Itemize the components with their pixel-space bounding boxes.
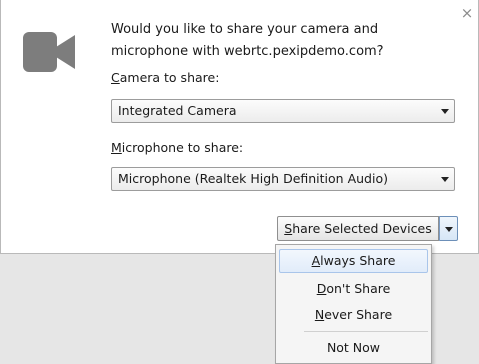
menu-item-label: on't Share [326, 281, 391, 296]
menu-item-not-now[interactable]: Not Now [279, 336, 428, 360]
camera-label-accel: C [111, 70, 120, 85]
close-icon[interactable]: × [460, 6, 474, 21]
chevron-down-icon [441, 177, 449, 182]
menu-separator [304, 331, 428, 332]
menu-item-label: Not Now [326, 340, 381, 355]
menu-item-label: lways Share [320, 253, 396, 268]
microphone-label-accel: M [111, 140, 122, 155]
menu-item-always-share[interactable]: Always Share [279, 249, 428, 273]
menu-item-never-share[interactable]: Never Share [279, 303, 428, 327]
camera-select-value: Integrated Camera [118, 103, 237, 118]
microphone-select-value: Microphone (Realtek High Definition Audi… [118, 171, 388, 186]
share-options-dropdown-button[interactable] [439, 216, 458, 241]
menu-item-dont-share[interactable]: Don't Share [279, 277, 428, 301]
microphone-label-text: icrophone to share: [121, 140, 244, 155]
permission-message: Would you like to share your camera and … [111, 22, 384, 59]
share-button-accel: S [284, 221, 293, 236]
menu-item-accel: D [316, 281, 327, 296]
menu-item-accel: N [314, 307, 325, 322]
share-options-menu: Always Share Don't Share Never Share Not… [275, 244, 432, 364]
camera-select[interactable]: Integrated Camera [111, 99, 455, 123]
microphone-select[interactable]: Microphone (Realtek High Definition Audi… [111, 167, 455, 191]
camera-label: Camera to share: [111, 70, 219, 85]
video-camera-icon [23, 32, 75, 72]
chevron-down-icon [445, 227, 453, 232]
microphone-label: Microphone to share: [111, 140, 243, 155]
menu-item-accel: A [311, 253, 321, 268]
share-selected-devices-button[interactable]: Share Selected Devices [277, 216, 439, 241]
share-button-label: hare Selected Devices [292, 221, 432, 236]
camera-label-text: amera to share: [119, 70, 220, 85]
permission-panel: × Would you like to share your camera an… [0, 0, 479, 254]
menu-item-label: ever Share [324, 307, 393, 322]
chevron-down-icon [441, 109, 449, 114]
